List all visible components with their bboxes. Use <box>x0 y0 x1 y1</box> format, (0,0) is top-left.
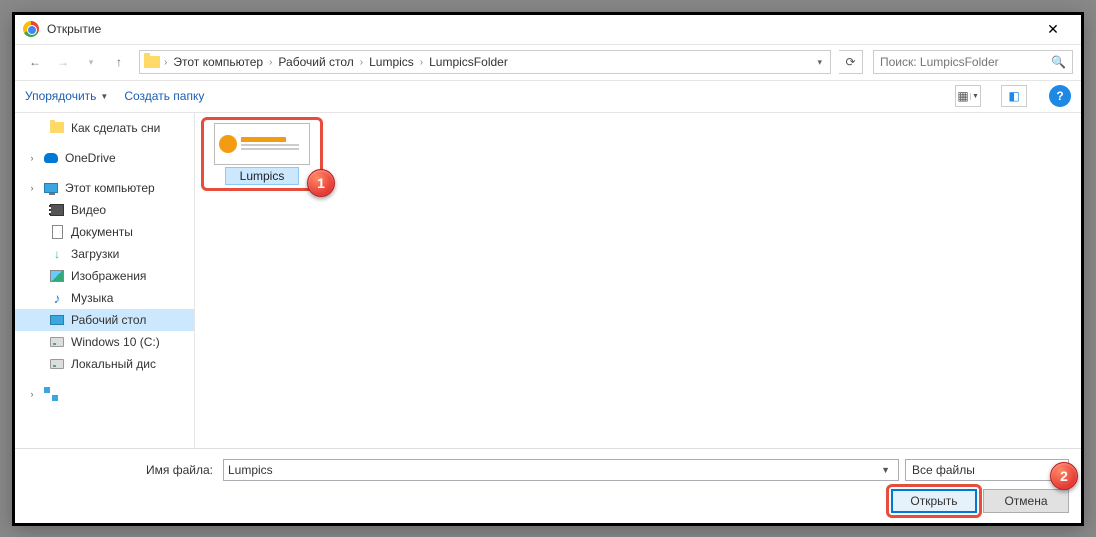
view-options-button[interactable]: ▦ ▼ <box>955 85 981 107</box>
sidebar: Как сделать сни › OneDrive › Этот компьютер В… <box>15 113 195 448</box>
chevron-right-icon: › <box>418 57 425 68</box>
pic-icon <box>49 268 65 284</box>
filename-label: Имя файла: <box>27 463 217 477</box>
filetype-filter[interactable]: Все файлы ▼ 2 <box>905 459 1069 481</box>
address-bar[interactable]: › Этот компьютер › Рабочий стол › Lumpic… <box>139 50 831 74</box>
folder-icon <box>144 56 160 68</box>
sidebar-item-thispc[interactable]: › Этот компьютер <box>15 177 194 199</box>
close-button[interactable]: ✕ <box>1033 14 1073 44</box>
breadcrumb-desktop[interactable]: Рабочий стол <box>276 55 355 69</box>
file-label: Lumpics <box>225 167 300 185</box>
disk-icon <box>49 334 65 350</box>
file-list[interactable]: Lumpics 1 <box>195 113 1081 448</box>
search-box[interactable]: 🔍 <box>873 50 1073 74</box>
expand-icon[interactable]: › <box>27 153 37 163</box>
cancel-button[interactable]: Отмена <box>983 489 1069 513</box>
chevron-right-icon: › <box>267 57 274 68</box>
window-title: Открытие <box>47 22 1033 36</box>
sidebar-item-music[interactable]: ♪ Музыка <box>15 287 194 309</box>
filename-value: Lumpics <box>228 463 877 477</box>
new-folder-button[interactable]: Создать папку <box>124 89 204 103</box>
dialog-body: Как сделать сни › OneDrive › Этот компьютер В… <box>15 113 1081 448</box>
sidebar-item-howto[interactable]: Как сделать сни <box>15 117 194 139</box>
chevron-right-icon: › <box>358 57 365 68</box>
titlebar: Открытие ✕ <box>15 15 1081 45</box>
sidebar-item-label: Музыка <box>71 291 113 305</box>
sidebar-item-label: Этот компьютер <box>65 181 155 195</box>
chevron-down-icon: ▼ <box>970 93 980 100</box>
sidebar-item-pictures[interactable]: Изображения <box>15 265 194 287</box>
sidebar-item-desktop[interactable]: Рабочий стол <box>15 309 194 331</box>
breadcrumb-lumpicsfolder[interactable]: LumpicsFolder <box>427 55 510 69</box>
disk-icon <box>49 356 65 372</box>
annotation-marker-1: 1 <box>307 169 335 197</box>
sidebar-item-localdisk[interactable]: Локальный дис <box>15 353 194 375</box>
annotation-marker-2: 2 <box>1050 462 1078 490</box>
toolbar: Упорядочить ▼ Создать папку ▦ ▼ ◧ ? <box>15 81 1081 113</box>
monitor-icon <box>43 180 59 196</box>
music-icon: ♪ <box>49 290 65 306</box>
file-item-lumpics[interactable]: Lumpics 1 <box>207 123 317 185</box>
pane-icon: ◧ <box>1008 89 1019 103</box>
sidebar-item-label: OneDrive <box>65 151 116 165</box>
address-dropdown[interactable]: ▾ <box>813 57 826 68</box>
down-icon: ↓ <box>49 246 65 262</box>
breadcrumb-lumpics[interactable]: Lumpics <box>367 55 416 69</box>
sidebar-item-label: Изображения <box>71 269 146 283</box>
refresh-button[interactable]: ⟳ <box>839 50 863 74</box>
desktop-icon <box>49 312 65 328</box>
sidebar-item-label: Документы <box>71 225 133 239</box>
back-button[interactable]: ← <box>23 50 47 74</box>
file-thumbnail <box>214 123 310 165</box>
sidebar-item-docs[interactable]: Документы <box>15 221 194 243</box>
recent-dropdown[interactable]: ▾ <box>79 50 103 74</box>
sidebar-item-label: Загрузки <box>71 247 119 261</box>
preview-pane-button[interactable]: ◧ <box>1001 85 1027 107</box>
breadcrumb-thispc[interactable]: Этот компьютер <box>171 55 265 69</box>
doc-icon <box>49 224 65 240</box>
organize-button[interactable]: Упорядочить ▼ <box>25 89 108 103</box>
chrome-icon <box>23 21 39 37</box>
net-icon <box>43 386 59 402</box>
sidebar-item-onedrive[interactable]: › OneDrive <box>15 147 194 169</box>
sidebar-item-downloads[interactable]: ↓ Загрузки <box>15 243 194 265</box>
up-button[interactable]: ↑ <box>107 50 131 74</box>
filename-input[interactable]: Lumpics ▼ <box>223 459 899 481</box>
video-icon <box>49 202 65 218</box>
expand-icon[interactable]: › <box>27 183 37 193</box>
search-icon: 🔍 <box>1051 55 1066 69</box>
folder-icon <box>49 120 65 136</box>
sidebar-item-video[interactable]: Видео <box>15 199 194 221</box>
sidebar-item-network[interactable]: › <box>15 383 194 405</box>
sidebar-item-label: Windows 10 (C:) <box>71 335 160 349</box>
footer: Имя файла: Lumpics ▼ Все файлы ▼ 2 Откры… <box>15 449 1081 523</box>
sidebar-item-label: Видео <box>71 203 106 217</box>
chevron-down-icon[interactable]: ▼ <box>877 465 894 475</box>
navbar: ← → ▾ ↑ › Этот компьютер › Рабочий стол … <box>15 45 1081 81</box>
sidebar-item-label: Рабочий стол <box>71 313 146 327</box>
thumbnails-icon: ▦ <box>957 89 968 103</box>
chevron-right-icon: › <box>162 57 169 68</box>
chevron-down-icon: ▼ <box>100 92 108 101</box>
forward-button[interactable]: → <box>51 50 75 74</box>
search-input[interactable] <box>880 55 1045 69</box>
expand-icon[interactable]: › <box>27 389 37 399</box>
sidebar-item-label: Локальный дис <box>71 357 156 371</box>
help-button[interactable]: ? <box>1049 85 1071 107</box>
open-button[interactable]: Открыть <box>891 489 977 513</box>
sidebar-item-cdrive[interactable]: Windows 10 (C:) <box>15 331 194 353</box>
open-file-dialog: Открытие ✕ ← → ▾ ↑ › Этот компьютер › Ра… <box>14 14 1082 524</box>
sidebar-item-label: Как сделать сни <box>71 121 160 135</box>
onedrive-icon <box>43 150 59 166</box>
